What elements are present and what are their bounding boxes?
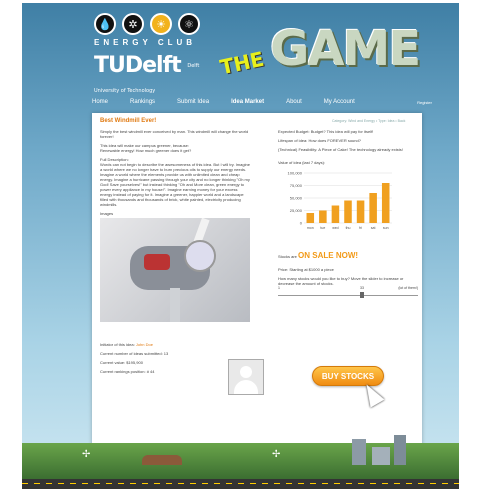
ideas-submitted: Current number of ideas submitted: 13 [100,351,169,356]
idea-tagline: This idea will make our campus greener, … [100,143,192,153]
page-frame: 💧 ✲ ☀ ⚛ ENERGY CLUB TUDelft Delft Univer… [22,3,459,489]
y-tick-label: 25,000 [290,208,303,213]
windmill-icon: ✢ [82,449,91,460]
x-tick-label: tue [320,226,325,230]
register-link[interactable]: Register [417,100,432,105]
on-sale-text: ON SALE NOW! [298,251,359,260]
images-label: Images [100,211,114,216]
y-tick-label: 50,000 [290,196,303,201]
x-tick-label: fri [359,226,362,230]
road-shape [22,479,459,489]
x-tick-label: thu [346,226,351,230]
idea-title: Best Windmill Ever! [100,118,157,124]
y-tick-label: 0 [300,221,303,226]
building-shape [142,455,182,465]
main-nav: Home Rankings Submit Idea Idea Market Ab… [92,99,432,105]
slider-handle[interactable] [360,292,364,298]
chart-bar [356,200,365,223]
slider-max-label: (lot of them!) [398,286,418,290]
atom-icon: ⚛ [178,13,200,35]
nav-about[interactable]: About [286,99,302,105]
nav-idea-market[interactable]: Idea Market [231,99,264,105]
y-tick-label: 100,000 [288,171,303,176]
water-drop-icon: 💧 [94,13,116,35]
avatar-body [234,380,258,394]
university-logo[interactable]: TUDelft Delft University of Technology [94,53,214,103]
feasibility-text: (Technical) Feasibility: A Piece of Cake… [278,147,403,152]
game-title: GAME [270,21,421,77]
club-name: ENERGY CLUB [94,38,197,47]
building-shape [372,447,390,465]
stocks-label: Stocks are [278,254,297,259]
tower-shape [170,288,180,322]
slider-min: 1 [278,286,280,290]
energy-icons: 💧 ✲ ☀ ⚛ [94,13,214,35]
windmill-image[interactable] [100,218,250,322]
nav-my-account[interactable]: My Account [324,99,355,105]
idea-intro: Simply the best windmill ever conceived … [100,129,249,139]
building-shape [394,435,406,465]
chart-bar [344,200,352,223]
avatar-head [240,366,252,378]
slider-question: How many stocks would you like to buy? M… [278,276,404,286]
slider-track[interactable] [278,295,418,296]
building-shape [352,439,366,465]
hub-shape [184,240,216,272]
avatar [228,359,264,395]
stocks-status: Stocks are ON SALE NOW! [278,251,418,260]
content-panel: Category: Wind and Energy • Type: Idea •… [92,113,422,449]
nav-home[interactable]: Home [92,99,108,105]
university-name: TUDelft [94,53,182,78]
initiator-label: Initiator of this idea: [100,342,135,347]
x-tick-label: sun [383,226,389,230]
breadcrumb[interactable]: Category: Wind and Energy • Type: Idea •… [332,119,405,123]
y-tick-label: 75,000 [290,183,303,188]
chart-bar [381,183,390,223]
value-chart: 100,000 75,000 50,000 25,000 0 mon tue wed thu fr… [288,171,392,230]
wind-icon: ✲ [122,13,144,35]
chart-bar [319,210,327,223]
idea-stats: Expected Budget: Budget? This idea will … [278,129,418,300]
game-prefix: THE [217,46,267,80]
x-tick-label: wed [332,226,338,230]
sun-icon: ☀ [150,13,172,35]
chart-bar [306,213,315,223]
idea-details: Best Windmill Ever! Simply the best wind… [100,118,250,378]
value-chart-label: Value of idea (last 7 days): [278,160,326,165]
landscape-ground: ✢ ✢ [22,435,459,489]
initiator-name[interactable]: John Doe [136,342,153,347]
x-tick-label: sat [371,226,376,230]
nav-submit-idea[interactable]: Submit Idea [177,99,209,105]
nav-rankings[interactable]: Rankings [130,99,155,105]
slider-value: 33 [360,286,364,290]
logo-area: 💧 ✲ ☀ ⚛ ENERGY CLUB TUDelft Delft Univer… [94,13,214,103]
generator-shape [144,254,170,270]
price-text: Price: Starting at $1000 a piece [278,267,334,272]
full-description: Words can not begin to describe the awes… [100,162,250,207]
budget-text: Expected Budget: Budget? This idea will … [278,129,374,134]
x-tick-label: mon [307,226,314,230]
stock-slider[interactable]: 1 33 (lot of them!) [278,286,418,300]
chart-bar [369,193,377,223]
chart-bar [331,205,340,223]
windmill-icon: ✢ [272,449,281,460]
lifespan-text: Lifespan of idea: How does FOREVER sound… [278,138,361,143]
